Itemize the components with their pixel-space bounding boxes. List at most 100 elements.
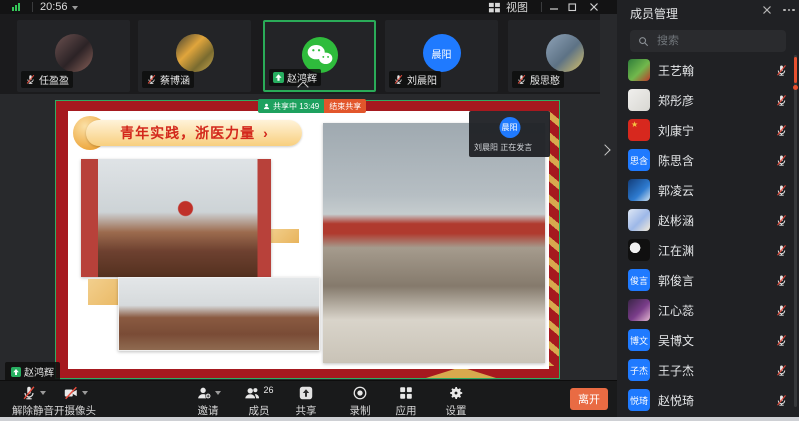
avatar: 博文 (628, 329, 650, 351)
person-icon (263, 103, 270, 110)
speaker-avatar: 晨阳 (499, 117, 520, 138)
screen-share-icon (273, 72, 284, 83)
chevron-down-icon[interactable] (215, 391, 221, 395)
member-row[interactable]: 赵彬涵 (617, 205, 799, 235)
avatar (628, 239, 650, 261)
mic-muted-icon (775, 184, 788, 197)
invite-label: 邀请 (198, 403, 219, 418)
chevron-down-icon[interactable] (40, 391, 46, 395)
close-icon[interactable] (758, 1, 776, 19)
mic-muted-icon (775, 394, 788, 407)
avatar: 子杰 (628, 359, 650, 381)
invite-button[interactable]: 邀请 (180, 384, 236, 418)
bottom-toolbar: 解除静音 开摄像头 (0, 380, 617, 417)
settings-label: 设置 (446, 403, 467, 418)
search-input[interactable] (655, 34, 778, 48)
member-list: 王艺翰 郑彤彦 刘康宁 思含 陈思含 郭凌云 (617, 55, 799, 415)
scrollbar-thumb-dot (793, 85, 798, 90)
member-row[interactable]: 子杰 王子杰 (617, 355, 799, 385)
avatar: 晨阳 (423, 34, 461, 72)
member-row[interactable]: 悦琦 赵悦琦 (617, 385, 799, 415)
mic-muted-icon (775, 214, 788, 227)
member-row[interactable]: 郭凌云 (617, 175, 799, 205)
mic-muted-icon (775, 64, 788, 77)
mic-muted-icon (775, 334, 788, 347)
member-name: 陈思含 (658, 152, 694, 169)
mic-muted-icon (775, 244, 788, 257)
presenter-label: 赵鸿辉 (5, 362, 60, 381)
member-row[interactable]: 刘康宁 (617, 115, 799, 145)
conference-table-photo (118, 277, 320, 351)
member-name: 赵悦琦 (658, 392, 694, 409)
members-count-badge: 26 (263, 385, 273, 395)
bottom-edge-strip (0, 417, 799, 421)
mic-muted-icon (775, 304, 788, 317)
avatar (546, 34, 584, 72)
close-icon[interactable] (586, 0, 602, 14)
view-label: 视图 (506, 0, 528, 15)
mic-muted-icon (393, 74, 404, 85)
search-box[interactable] (630, 30, 786, 52)
chevron-down-icon[interactable] (72, 6, 78, 10)
video-thumbnail[interactable]: 晨阳 刘晨阳 (385, 20, 498, 92)
member-row[interactable]: 俊言 郭俊言 (617, 265, 799, 295)
member-name: 郭凌云 (658, 182, 694, 199)
invite-icon (196, 385, 212, 401)
video-thumbnail-active-sharer[interactable]: 赵鸿辉 (263, 20, 376, 92)
sharing-status: 共享中 13:49 (258, 99, 324, 113)
gear-icon (448, 385, 464, 401)
participant-name: 蔡博涵 (160, 72, 190, 87)
member-row[interactable]: 江在渊 (617, 235, 799, 265)
sharing-status-text: 共享中 13:49 (273, 101, 319, 112)
apps-button[interactable]: 应用 (378, 384, 434, 418)
avatar (55, 34, 93, 72)
maximize-button[interactable] (564, 0, 580, 14)
video-thumbnail[interactable]: 蔡博涵 (138, 20, 251, 92)
chevron-down-icon[interactable] (82, 391, 88, 395)
speaker-caption: 刘晨阳 正在发言 (474, 142, 532, 153)
expand-sidebar-icon[interactable] (599, 144, 610, 155)
avatar (628, 209, 650, 231)
avatar: 悦琦 (628, 389, 650, 411)
avatar (628, 119, 650, 141)
camera-button[interactable]: 开摄像头 (47, 384, 103, 418)
avatar: 俊言 (628, 269, 650, 291)
banner-arrow-icon: › (263, 125, 268, 141)
meeting-room-photo (81, 159, 271, 277)
scrollbar-thumb[interactable] (794, 57, 797, 83)
screen-share-icon (11, 367, 21, 377)
layout-grid-icon (488, 1, 501, 14)
panel-title: 成员管理 (630, 5, 678, 22)
member-row[interactable]: 博文 吴博文 (617, 325, 799, 355)
share-button[interactable]: 共享 (278, 384, 334, 418)
meeting-window: 20:56 视图 任盈盈 (0, 0, 799, 421)
member-row[interactable]: 王艺翰 (617, 55, 799, 85)
mic-muted-icon (21, 385, 37, 401)
member-row[interactable]: 思含 陈思含 (617, 145, 799, 175)
settings-button[interactable]: 设置 (428, 384, 484, 418)
more-options-icon[interactable] (780, 1, 798, 19)
mic-muted-icon (775, 154, 788, 167)
mic-muted-icon (775, 94, 788, 107)
video-thumbnail-strip: 任盈盈 蔡博涵 赵鸿辉 (0, 14, 600, 94)
share-label: 共享 (296, 403, 317, 418)
member-row[interactable]: 江心蕊 (617, 295, 799, 325)
member-row[interactable]: 郑彤彦 (617, 85, 799, 115)
video-thumbnail[interactable]: 殷思憨 (508, 20, 600, 92)
leave-button[interactable]: 离开 (570, 388, 608, 410)
gold-square-decor (269, 229, 299, 243)
member-name: 赵彬涵 (658, 212, 694, 229)
view-button[interactable]: 视图 (488, 0, 528, 14)
end-share-button[interactable]: 结束共享 (324, 99, 366, 113)
member-name: 郑彤彦 (658, 92, 694, 109)
video-thumbnail[interactable]: 任盈盈 (17, 20, 130, 92)
camera-off-icon (63, 385, 79, 401)
speaker-pip[interactable]: 晨阳 刘晨阳 正在发言 (469, 111, 550, 157)
mic-muted-icon (775, 364, 788, 377)
scrollbar-track[interactable] (794, 55, 797, 407)
avatar: 思含 (628, 149, 650, 171)
member-name: 江在渊 (658, 242, 694, 259)
minimize-button[interactable] (546, 0, 562, 14)
record-label: 录制 (350, 403, 371, 418)
record-icon (352, 385, 368, 401)
